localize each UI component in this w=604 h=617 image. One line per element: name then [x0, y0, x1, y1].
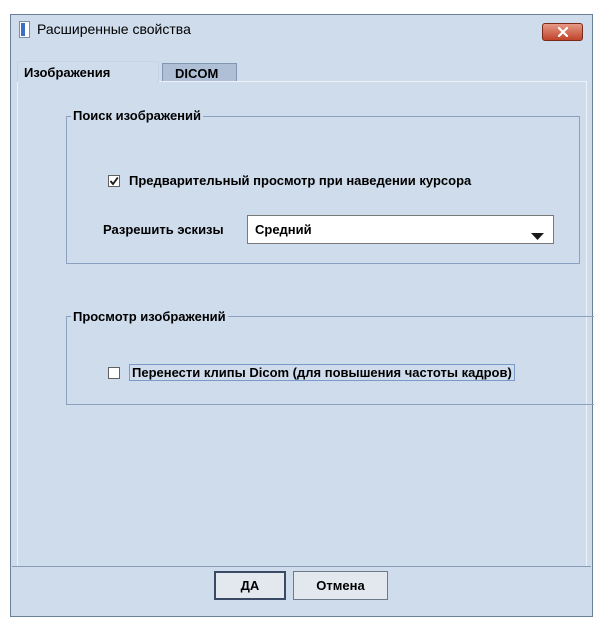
tab-images[interactable]: Изображения — [17, 61, 159, 82]
image-search-legend: Поиск изображений — [71, 108, 204, 123]
image-view-legend: Просмотр изображений — [71, 309, 228, 324]
image-view-group — [66, 316, 594, 405]
checkmark-icon — [109, 176, 119, 185]
preview-on-hover-row: Предварительный просмотр при наведении к… — [108, 173, 471, 188]
dicom-clips-checkbox[interactable] — [108, 366, 120, 379]
preview-on-hover-label: Предварительный просмотр при наведении к… — [129, 173, 472, 188]
thumbnails-select[interactable]: Средний — [247, 215, 554, 244]
document-icon — [19, 21, 30, 38]
dicom-clips-label: Перенести клипы Dicom (для повышения час… — [129, 364, 515, 381]
triangle-down-icon — [531, 227, 544, 245]
preview-on-hover-checkbox[interactable] — [108, 174, 120, 187]
dialog-title: Расширенные свойства — [37, 21, 191, 37]
tab-dicom[interactable]: DICOM — [162, 63, 237, 82]
dicom-clips-row: Перенести клипы Dicom (для повышения час… — [108, 364, 515, 381]
close-button[interactable] — [542, 23, 583, 41]
thumbnails-label: Разрешить эскизы — [103, 222, 224, 237]
cancel-button[interactable]: Отмена — [293, 571, 388, 600]
close-x-icon — [557, 27, 568, 37]
title-bar[interactable]: Расширенные свойства — [11, 15, 592, 43]
ok-button[interactable]: ДА — [214, 571, 286, 600]
thumbnails-select-value: Средний — [255, 222, 312, 237]
